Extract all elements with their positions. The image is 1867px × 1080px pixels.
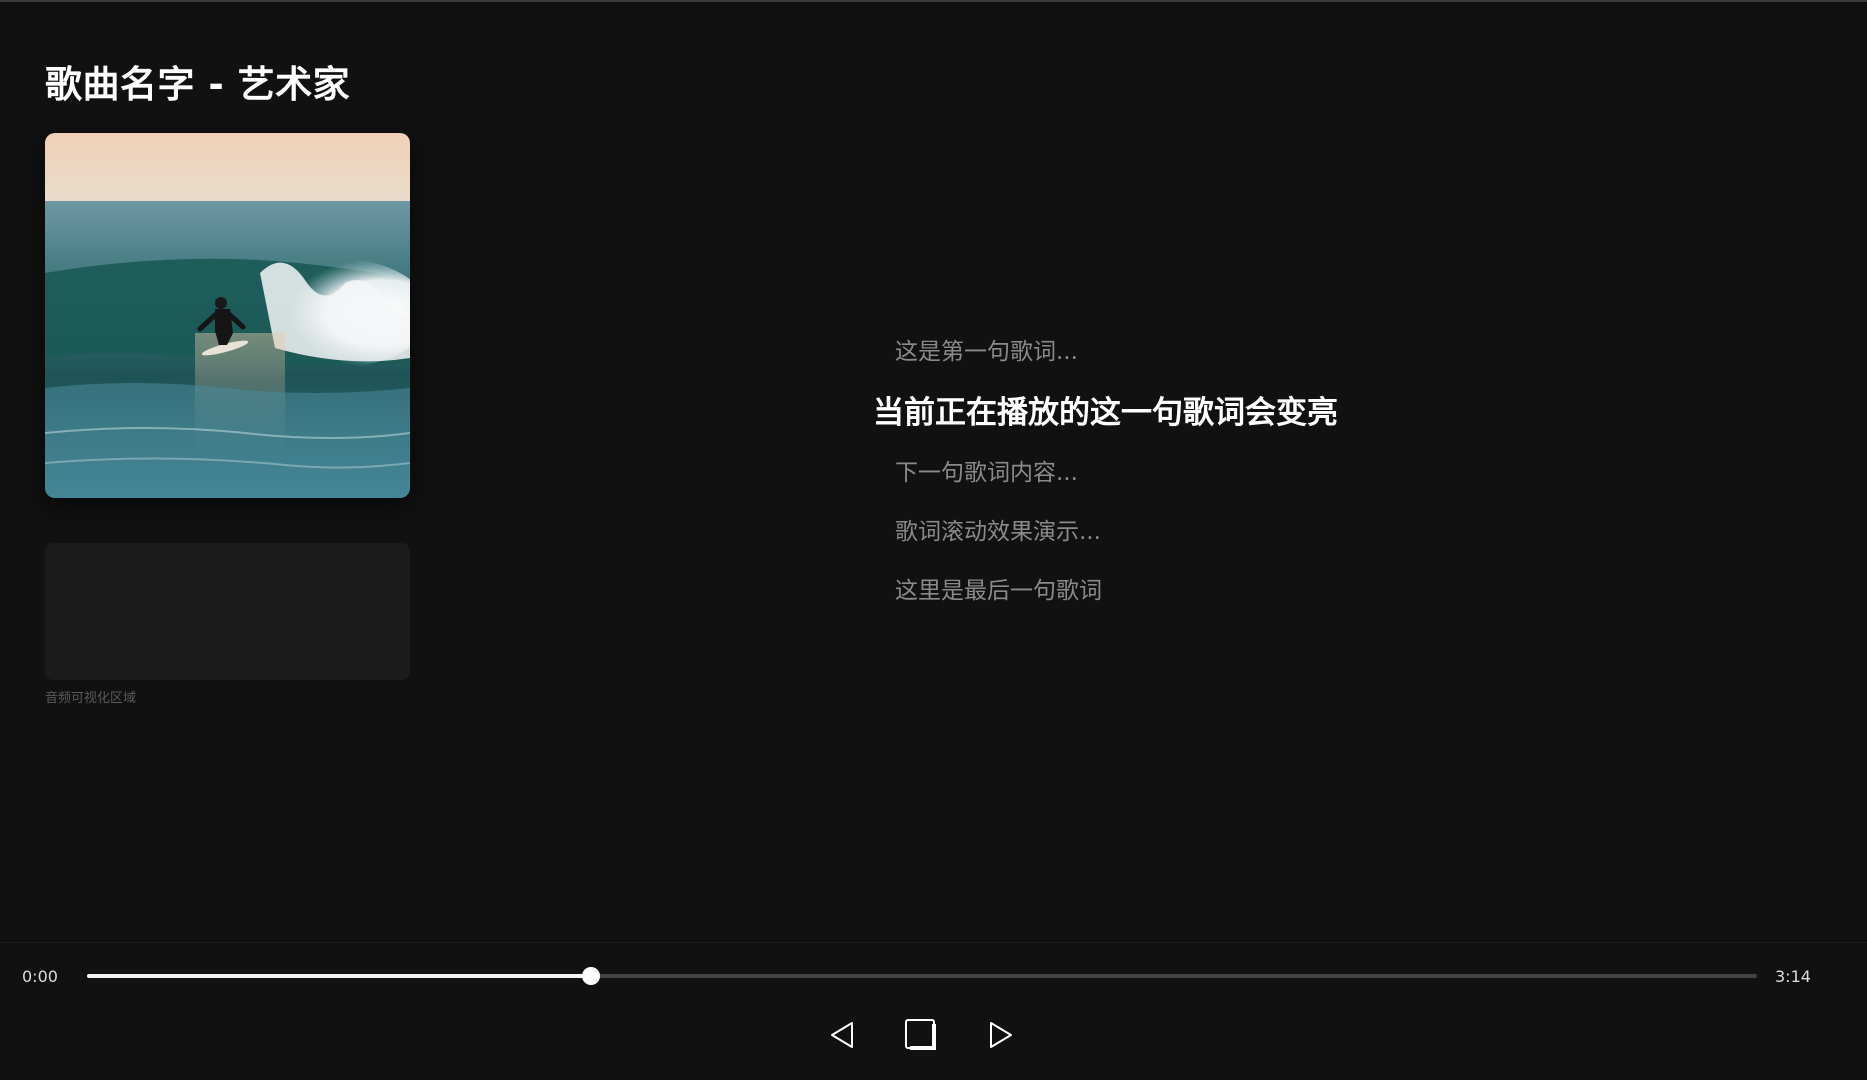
- previous-button[interactable]: [820, 1013, 864, 1057]
- progress-fill: [87, 974, 592, 978]
- lyric-line: 下一句歌词内容...: [895, 460, 1078, 486]
- song-title: 歌曲名字 - 艺术家: [45, 63, 351, 106]
- lyric-line: 这里是最后一句歌词: [895, 578, 1102, 604]
- stop-button[interactable]: [899, 1013, 943, 1057]
- previous-icon: [831, 1022, 853, 1048]
- music-player-app: 歌曲名字 - 艺术家 音频可视化区域 这是第一句歌词... 当前正在播放的这一句…: [0, 0, 1867, 1080]
- lyric-line-current: 当前正在播放的这一句歌词会变亮: [873, 395, 1338, 431]
- stop-icon: [905, 1019, 936, 1050]
- playback-controls: [0, 1013, 1867, 1063]
- lyrics-panel: 这是第一句歌词... 当前正在播放的这一句歌词会变亮 下一句歌词内容... 歌词…: [873, 332, 1573, 630]
- next-button[interactable]: [979, 1013, 1023, 1057]
- progress-bar[interactable]: [87, 967, 1757, 985]
- next-icon: [990, 1022, 1012, 1048]
- current-time: 0:00: [22, 967, 58, 986]
- total-time: 3:14: [1775, 967, 1811, 986]
- lyric-line: 这是第一句歌词...: [895, 339, 1078, 365]
- album-cover: [45, 133, 410, 498]
- visualizer-label: 音频可视化区域: [45, 691, 137, 706]
- player-bar: 0:00 3:14: [0, 942, 1867, 1080]
- progress-thumb[interactable]: [582, 967, 601, 985]
- audio-visualizer: [45, 543, 410, 680]
- lyric-line: 歌词滚动效果演示...: [895, 519, 1101, 545]
- album-cover-image: [45, 133, 410, 498]
